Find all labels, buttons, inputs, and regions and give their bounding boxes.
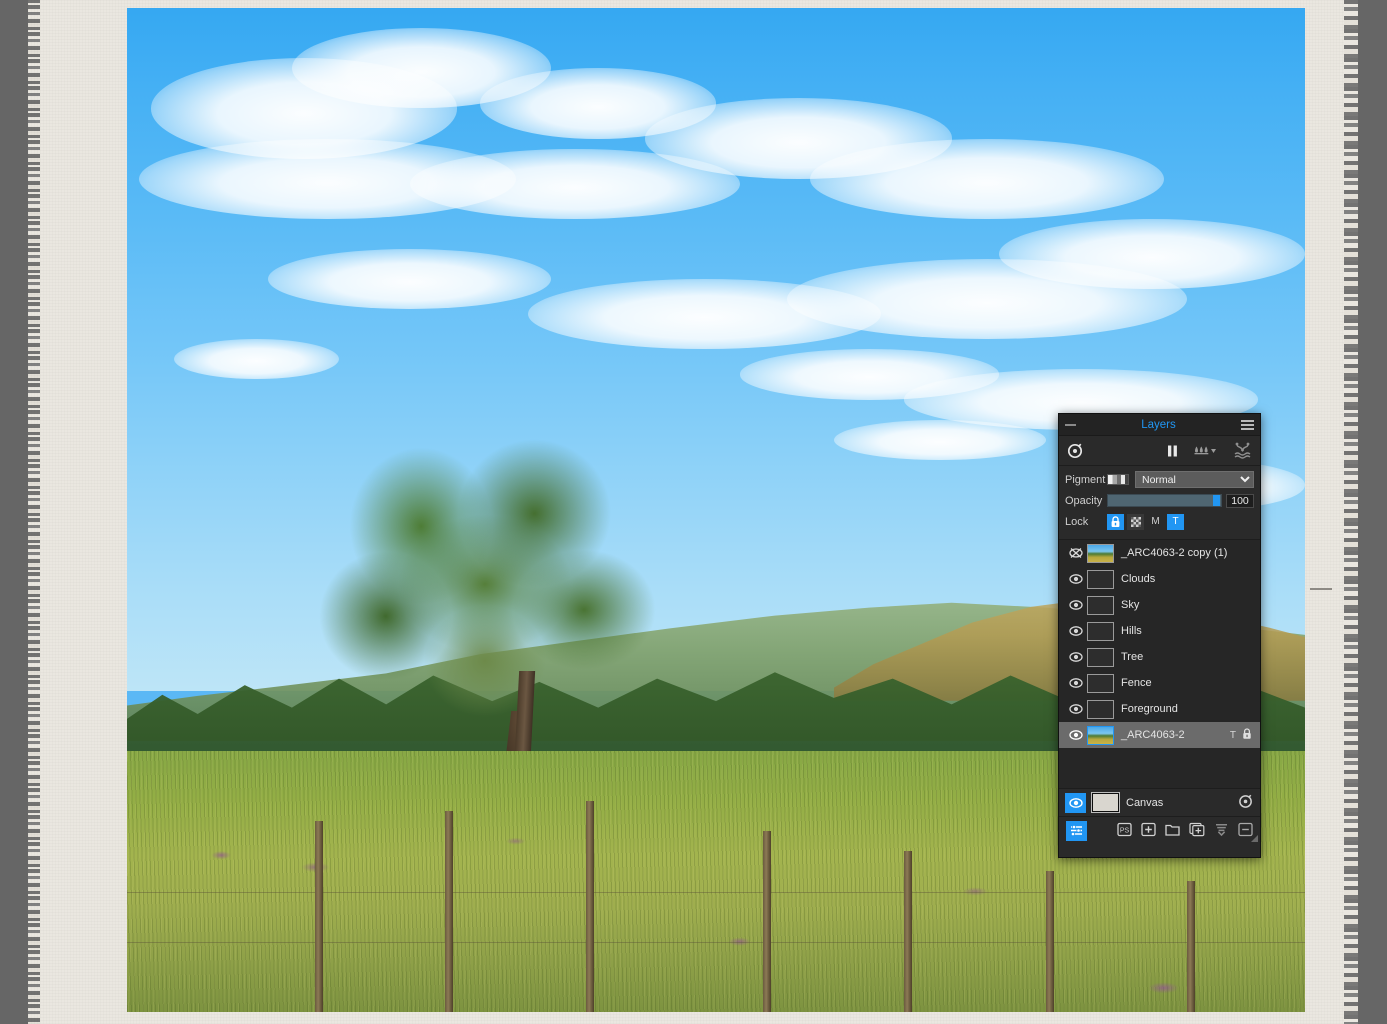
- pigment-strip-icon[interactable]: [1107, 474, 1129, 485]
- hamburger-menu-icon[interactable]: [1241, 419, 1254, 430]
- pause-diffusion-icon[interactable]: [1166, 444, 1179, 458]
- layers-panel[interactable]: Layers Pigment Normal Opacity 100 Lock M…: [1058, 413, 1261, 858]
- minimize-dash-icon[interactable]: [1065, 423, 1076, 426]
- lock-transform-button[interactable]: T: [1167, 513, 1184, 530]
- pigment-label: Pigment: [1065, 473, 1106, 486]
- layer-properties: Pigment Normal Opacity 100 Lock M T: [1059, 466, 1260, 540]
- new-group-button[interactable]: [1165, 822, 1180, 840]
- photoshop-export-button[interactable]: PS: [1117, 822, 1132, 840]
- layer-name[interactable]: Hills: [1121, 625, 1252, 637]
- duplicate-layer-button[interactable]: [1189, 822, 1205, 840]
- table-row[interactable]: Sky: [1059, 592, 1260, 618]
- fence-wire: [127, 941, 1305, 943]
- layer-name[interactable]: Tree: [1121, 651, 1252, 663]
- layer-name[interactable]: _ARC4063-2: [1121, 729, 1230, 741]
- table-row-selected[interactable]: _ARC4063-2 T: [1059, 722, 1260, 748]
- opacity-row: Opacity 100: [1065, 491, 1254, 510]
- fence-post: [904, 851, 913, 1012]
- layer-name[interactable]: Fence: [1121, 677, 1252, 689]
- layer-name[interactable]: Clouds: [1121, 573, 1252, 585]
- canvas-label: Canvas: [1126, 796, 1164, 809]
- lock-move-button[interactable]: M: [1147, 514, 1164, 530]
- lock-all-button[interactable]: [1107, 513, 1124, 530]
- layer-list[interactable]: _ARC4063-2 copy (1) Clouds Sky Hills Tre…: [1059, 540, 1260, 788]
- table-row[interactable]: Foreground: [1059, 696, 1260, 722]
- panel-titlebar[interactable]: Layers: [1059, 414, 1260, 436]
- eye-icon[interactable]: [1065, 676, 1087, 690]
- oak-tree-canopy: [315, 429, 669, 751]
- merge-down-button[interactable]: [1214, 822, 1229, 840]
- layer-name[interactable]: _ARC4063-2 copy (1): [1121, 547, 1252, 559]
- eye-icon[interactable]: [1065, 702, 1087, 716]
- fence-post: [586, 801, 595, 1012]
- flow-map-icon[interactable]: [1233, 442, 1252, 459]
- table-row[interactable]: Fence: [1059, 670, 1260, 696]
- table-row[interactable]: Hills: [1059, 618, 1260, 644]
- eye-icon[interactable]: [1065, 598, 1087, 612]
- panel-footer[interactable]: PS: [1059, 816, 1260, 844]
- layer-thumbnail[interactable]: [1087, 621, 1114, 641]
- page-title: Layers: [1141, 418, 1176, 431]
- fence-post: [445, 811, 454, 1012]
- eye-icon[interactable]: [1065, 728, 1087, 742]
- eye-hidden-icon[interactable]: [1065, 546, 1087, 560]
- fence-post: [315, 821, 324, 1012]
- layer-thumbnail[interactable]: [1087, 543, 1114, 563]
- opacity-slider-handle[interactable]: [1213, 495, 1220, 506]
- padlock-icon[interactable]: [1242, 727, 1252, 743]
- layer-thumbnail[interactable]: [1087, 699, 1114, 719]
- layer-thumbnail[interactable]: [1087, 595, 1114, 615]
- layer-thumbnail[interactable]: [1087, 725, 1114, 745]
- layer-thumbnail[interactable]: [1087, 569, 1114, 589]
- lock-row: Lock M T: [1065, 512, 1254, 531]
- add-layer-button[interactable]: [1141, 822, 1156, 840]
- water-amount-dropdown-icon[interactable]: [1192, 444, 1218, 458]
- fence-post: [1045, 871, 1054, 1012]
- layer-settings-sliders-icon[interactable]: [1066, 820, 1087, 841]
- svg-text:PS: PS: [1120, 827, 1130, 834]
- eye-icon[interactable]: [1065, 624, 1087, 638]
- layer-name[interactable]: Foreground: [1121, 703, 1252, 715]
- opacity-label: Opacity: [1065, 494, 1103, 507]
- table-row[interactable]: _ARC4063-2 copy (1): [1059, 540, 1260, 566]
- transform-lock-icon[interactable]: T: [1230, 730, 1236, 741]
- layer-thumbnail[interactable]: [1087, 647, 1114, 667]
- fence-post: [763, 831, 772, 1012]
- pigment-row: Pigment Normal: [1065, 470, 1254, 489]
- fence-post: [1187, 881, 1196, 1012]
- opacity-value-field[interactable]: 100: [1226, 493, 1254, 508]
- blend-mode-select[interactable]: Normal: [1135, 471, 1254, 488]
- canvas-dry-icon[interactable]: [1238, 793, 1254, 812]
- dry-canvas-icon[interactable]: [1067, 442, 1084, 459]
- registration-mark: [1310, 588, 1332, 590]
- panel-toolbar[interactable]: [1059, 436, 1260, 466]
- lock-label: Lock: [1065, 515, 1089, 528]
- table-row[interactable]: Clouds: [1059, 566, 1260, 592]
- opacity-slider[interactable]: [1107, 494, 1222, 507]
- layer-thumbnail[interactable]: [1087, 673, 1114, 693]
- table-row[interactable]: Tree: [1059, 644, 1260, 670]
- layer-name[interactable]: Sky: [1121, 599, 1252, 611]
- canvas-swatch[interactable]: [1091, 792, 1120, 813]
- resize-grip-icon[interactable]: [1251, 835, 1258, 842]
- eye-icon[interactable]: [1065, 650, 1087, 664]
- eye-icon[interactable]: [1065, 572, 1087, 586]
- fence-wire: [127, 891, 1305, 893]
- canvas-visibility-toggle[interactable]: [1065, 792, 1086, 813]
- lock-transparency-button[interactable]: [1127, 513, 1144, 530]
- canvas-row[interactable]: Canvas: [1059, 788, 1260, 816]
